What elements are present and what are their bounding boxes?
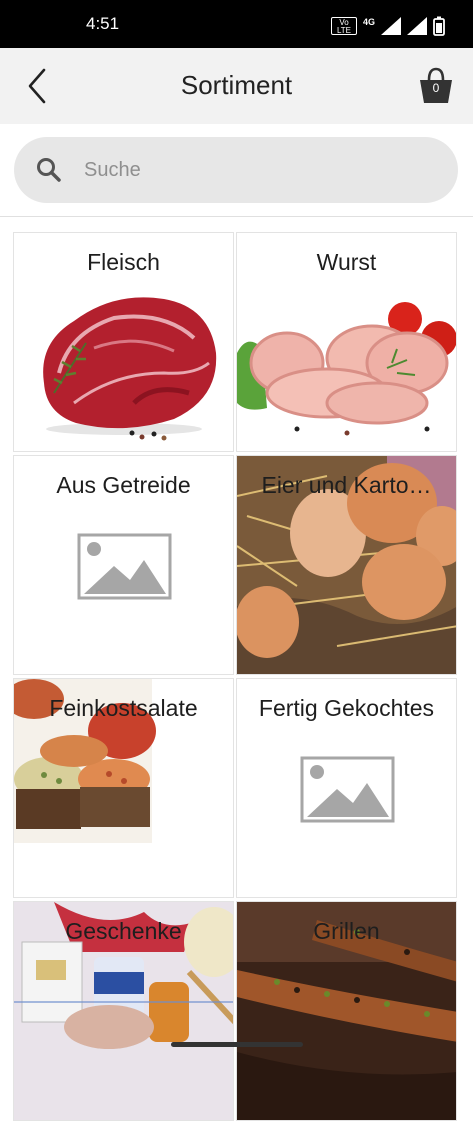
category-label: Feinkostsalate xyxy=(49,695,198,721)
category-tile-geschenke[interactable]: Geschenke xyxy=(13,901,234,1121)
app-header: Sortiment 0 xyxy=(0,48,473,124)
category-tile-fertig-gekochtes[interactable]: Fertig Gekochtes xyxy=(236,678,457,898)
battery-icon xyxy=(433,16,445,36)
cart-button[interactable]: 0 xyxy=(419,66,453,104)
search-input[interactable]: Suche xyxy=(84,159,141,182)
category-label: Eier und Karto… xyxy=(261,472,432,498)
category-label: Aus Getreide xyxy=(56,472,191,498)
category-label: Geschenke xyxy=(65,918,182,944)
page-title: Sortiment xyxy=(180,70,293,100)
category-tile-fleisch[interactable]: Fleisch xyxy=(13,232,234,452)
cart-count-badge: 0 xyxy=(432,81,440,95)
category-tile-grillen[interactable]: Grillen xyxy=(236,901,457,1121)
category-tile-feinkostsalate[interactable]: Feinkostsalate xyxy=(13,678,234,898)
category-tile-wurst[interactable]: Wurst xyxy=(236,232,457,452)
divider xyxy=(0,216,473,217)
network-type: 4G xyxy=(362,17,375,27)
signal-icon xyxy=(381,17,401,35)
search-icon xyxy=(37,158,61,182)
search-bar[interactable]: Suche xyxy=(14,137,458,203)
volte-icon: Vo LTE xyxy=(330,17,357,35)
category-tile-aus-getreide[interactable]: Aus Getreide xyxy=(13,455,234,675)
category-label: Wurst xyxy=(316,249,377,275)
status-bar: 4:51 Vo LTE 4G xyxy=(0,0,473,48)
category-label: Grillen xyxy=(313,918,380,944)
home-indicator[interactable] xyxy=(171,1042,303,1047)
system-icons: Vo LTE 4G xyxy=(330,16,445,36)
category-label: Fleisch xyxy=(87,249,160,275)
clock: 4:51 xyxy=(86,14,120,33)
category-grid: Fleisch Wurst Aus Getreide Eier und Kart… xyxy=(13,232,460,1121)
category-label: Fertig Gekochtes xyxy=(258,695,435,721)
signal-icon-2 xyxy=(407,17,427,35)
category-tile-eier[interactable]: Eier und Karto… xyxy=(236,455,457,675)
